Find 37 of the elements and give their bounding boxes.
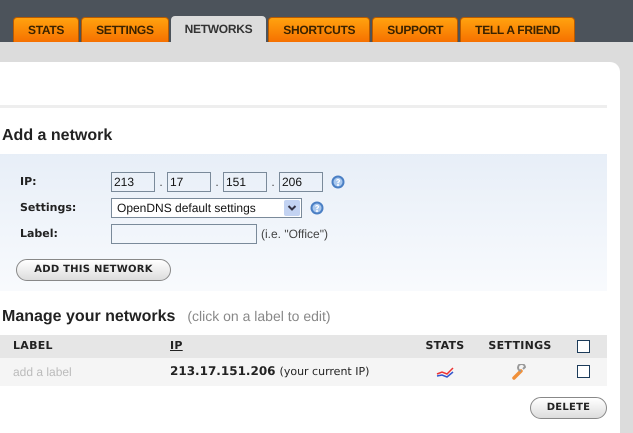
separator: .	[270, 174, 276, 191]
tab[interactable]: SHORTCUTS	[268, 17, 370, 42]
field-label: Settings:	[20, 200, 78, 216]
tab[interactable]: STATS	[13, 17, 80, 42]
ip-field[interactable]: 17	[167, 172, 211, 192]
settings-dropdown[interactable]: OpenDNS default settings	[111, 198, 302, 218]
label-field[interactable]	[111, 224, 257, 244]
checkbox[interactable]	[577, 340, 590, 352]
ip-field[interactable]: 213	[111, 172, 155, 192]
field-hint: (i.e. "Office")	[261, 226, 328, 243]
tab[interactable]: TELL A FRIEND	[460, 17, 576, 42]
column-header: LABEL	[12, 338, 54, 354]
section-title: Add a network	[1, 126, 114, 146]
help-icon[interactable]	[331, 175, 345, 189]
ip-field[interactable]: 151	[223, 172, 267, 192]
ip-address: 213.17.151.206	[170, 363, 276, 380]
separator: .	[214, 174, 220, 191]
field-label: IP:	[20, 174, 38, 190]
column-header: SETTINGS	[487, 338, 553, 354]
ip-note: (your current IP)	[280, 364, 370, 380]
ip-field[interactable]: 206	[279, 172, 323, 192]
tab[interactable]: SUPPORT	[372, 17, 458, 42]
checkbox[interactable]	[577, 365, 590, 378]
column-header[interactable]: IP	[170, 338, 410, 354]
delete-button[interactable]: DELETE	[530, 396, 607, 418]
separator: .	[158, 174, 164, 191]
tab[interactable]: SETTINGS	[81, 17, 169, 42]
wrench-icon[interactable]	[512, 364, 528, 380]
add-network-button[interactable]: ADD THIS NETWORK	[16, 258, 171, 280]
dropdown-icon	[284, 200, 300, 216]
tab[interactable]: NETWORKS	[170, 16, 266, 42]
column-header: STATS	[424, 338, 466, 354]
section-hint: (click on a label to edit)	[187, 306, 331, 326]
section-title: Manage your networks	[2, 306, 176, 326]
chart-icon[interactable]	[436, 366, 454, 378]
field-label: Label:	[20, 226, 59, 242]
help-icon[interactable]	[310, 201, 324, 215]
